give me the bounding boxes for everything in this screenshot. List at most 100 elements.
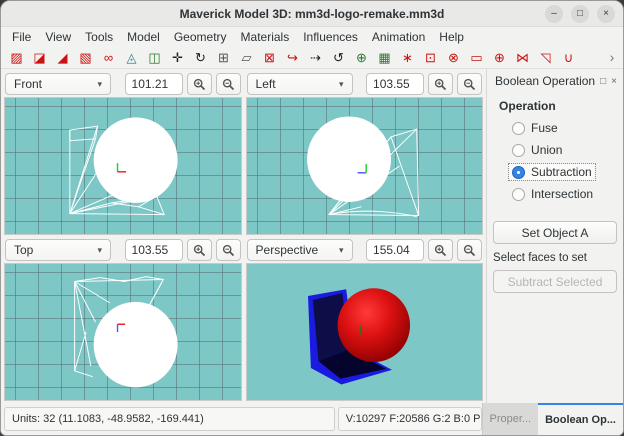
chevron-down-icon: ▾	[339, 79, 344, 90]
zoom-in-button-perspective[interactable]	[428, 239, 453, 261]
menu-tools[interactable]: Tools	[78, 29, 120, 45]
view-direction-value: Top	[14, 243, 33, 257]
select-faces-icon[interactable]: ◪	[28, 47, 51, 68]
left-sphere-outline	[307, 116, 391, 201]
zoom-in-button-left[interactable]	[428, 73, 453, 95]
zoom-level-input-left[interactable]	[366, 73, 424, 95]
viewport-top-header: Top ▾	[4, 237, 242, 263]
tab-properties[interactable]: Proper...	[483, 403, 539, 435]
move-background-icon[interactable]: ⊕	[350, 47, 373, 68]
select-vertices-icon[interactable]: ▨	[5, 47, 28, 68]
radio-union[interactable]: Union	[509, 142, 565, 158]
close-icon: ×	[603, 9, 609, 19]
panel-float-icon[interactable]: □	[600, 76, 606, 87]
radio-intersection[interactable]: Intersection	[509, 186, 596, 202]
maximize-button[interactable]: □	[571, 5, 589, 23]
select-bone-joints-icon[interactable]: ∞	[97, 47, 120, 68]
view-direction-select-perspective[interactable]: Perspective ▾	[247, 239, 353, 261]
left-scene	[247, 98, 483, 234]
drag-vertex-tool-icon[interactable]: ⇢	[304, 47, 327, 68]
window-title: Maverick Model 3D: mm3d-logo-remake.mm3d	[180, 7, 445, 21]
zoom-out-icon	[222, 78, 235, 91]
dock-tab-bar: Proper... Boolean Op...	[482, 403, 623, 435]
perspective-origin-axis-icon	[360, 326, 361, 337]
red-sphere-shape	[337, 288, 409, 362]
zoom-controls-front	[125, 73, 241, 95]
menu-animation[interactable]: Animation	[365, 29, 432, 45]
zoom-in-button-front[interactable]	[187, 73, 212, 95]
create-bone-joint-icon[interactable]: ∪	[557, 47, 580, 68]
create-cube-icon[interactable]: ⊡	[419, 47, 442, 68]
select-connected-icon[interactable]: ◢	[51, 47, 74, 68]
select-faces-hint: Select faces to set	[493, 252, 619, 264]
maximize-icon: □	[577, 9, 583, 19]
view-direction-select-top[interactable]: Top ▾	[5, 239, 111, 261]
menu-materials[interactable]: Materials	[234, 29, 297, 45]
zoom-in-button-top[interactable]	[187, 239, 212, 261]
close-button[interactable]: ×	[597, 5, 615, 23]
menu-influences[interactable]: Influences	[296, 29, 365, 45]
viewport-top-canvas[interactable]	[4, 263, 242, 401]
viewport-perspective-canvas[interactable]	[246, 263, 484, 401]
zoom-out-button-top[interactable]	[216, 239, 241, 261]
spin-tool-icon[interactable]: ↺	[327, 47, 350, 68]
viewport-left-canvas[interactable]	[246, 97, 484, 235]
shear-tool-icon[interactable]: ▱	[235, 47, 258, 68]
viewport-front-canvas[interactable]	[4, 97, 242, 235]
create-point-icon[interactable]: ∗	[396, 47, 419, 68]
zoom-level-input-top[interactable]	[125, 239, 183, 261]
radio-circle-icon	[512, 166, 525, 179]
create-sphere-icon[interactable]: ⊗	[442, 47, 465, 68]
menu-file[interactable]: File	[5, 29, 38, 45]
move-tool-icon[interactable]: ✛	[166, 47, 189, 68]
title-bar: Maverick Model 3D: mm3d-logo-remake.mm3d…	[1, 1, 623, 27]
operation-section-label: Operation	[499, 99, 623, 113]
radio-fuse[interactable]: Fuse	[509, 120, 561, 136]
radio-label: Intersection	[531, 187, 593, 201]
create-torus-icon[interactable]: ⊕	[488, 47, 511, 68]
background-image-icon[interactable]: ▦	[373, 47, 396, 68]
zoom-out-button-left[interactable]	[457, 73, 482, 95]
radio-label: Union	[531, 143, 562, 157]
zoom-level-input-front[interactable]	[125, 73, 183, 95]
view-direction-select-front[interactable]: Front ▾	[5, 73, 111, 95]
select-groups-icon[interactable]: ▧	[74, 47, 97, 68]
panel-header: Boolean Operation □ ×	[487, 69, 623, 91]
tool-bar: ▨ ◪ ◢ ▧ ∞ ◬ ◫ ✛ ↻ ⊞ ▱ ⊠ ↪ ⇢ ↺ ⊕ ▦ ∗ ⊡ ⊗ …	[1, 46, 623, 69]
create-plane-icon[interactable]: ◹	[534, 47, 557, 68]
menu-help[interactable]: Help	[432, 29, 471, 45]
subtract-selected-button: Subtract Selected	[493, 270, 617, 293]
front-scene	[5, 98, 241, 234]
select-projections-icon[interactable]: ◫	[143, 47, 166, 68]
select-points-icon[interactable]: ◬	[120, 47, 143, 68]
minimize-button[interactable]: –	[545, 5, 563, 23]
viewport-front: Front ▾	[2, 70, 244, 236]
create-polygon-icon[interactable]: ⋈	[511, 47, 534, 68]
extrude-tool-icon[interactable]: ⊞	[212, 47, 235, 68]
rotate-tool-icon[interactable]: ↻	[189, 47, 212, 68]
menu-bar: File View Tools Model Geometry Materials…	[1, 27, 623, 46]
toolbar-overflow-icon[interactable]: ›	[605, 49, 619, 65]
panel-close-icon[interactable]: ×	[611, 76, 617, 87]
viewport-perspective: Perspective ▾	[244, 236, 486, 402]
menu-model[interactable]: Model	[120, 29, 167, 45]
radio-circle-icon	[512, 188, 525, 201]
zoom-in-icon	[434, 244, 447, 257]
zoom-out-button-perspective[interactable]	[457, 239, 482, 261]
view-direction-select-left[interactable]: Left ▾	[247, 73, 353, 95]
tab-boolean-operation[interactable]: Boolean Op...	[538, 403, 623, 435]
vertex-tool-icon[interactable]: ↪	[281, 47, 304, 68]
view-direction-value: Perspective	[256, 243, 319, 257]
delete-tool-icon[interactable]: ⊠	[258, 47, 281, 68]
viewport-top: Top ▾	[2, 236, 244, 402]
radio-subtraction[interactable]: Subtraction	[509, 164, 595, 180]
menu-view[interactable]: View	[38, 29, 78, 45]
zoom-level-input-perspective[interactable]	[366, 239, 424, 261]
zoom-out-button-front[interactable]	[216, 73, 241, 95]
viewport-front-header: Front ▾	[4, 71, 242, 97]
create-cylinder-icon[interactable]: ▭	[465, 47, 488, 68]
menu-geometry[interactable]: Geometry	[167, 29, 234, 45]
zoom-out-icon	[222, 244, 235, 257]
units-status-field: Units: 32 (11.1083, -48.9582, -169.441)	[4, 407, 335, 431]
set-object-a-button[interactable]: Set Object A	[493, 221, 617, 244]
